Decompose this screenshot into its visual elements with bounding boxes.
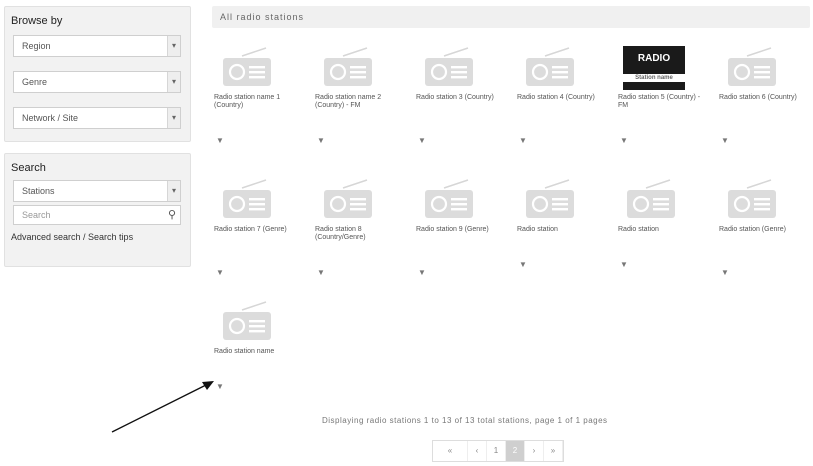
station-name[interactable]: Radio station 6 (Country) bbox=[719, 94, 809, 102]
region-select-value: Region bbox=[22, 41, 51, 51]
expand-chevron-icon[interactable]: ▼ bbox=[721, 136, 729, 145]
station-card[interactable]: Radio station 6 (Country) ▼ bbox=[717, 46, 813, 156]
station-card[interactable]: Radio station 3 (Country) ▼ bbox=[414, 46, 510, 156]
station-card[interactable]: Radio station 7 (Genre) ▼ bbox=[212, 178, 308, 288]
station-name[interactable]: Radio station 8 (Country/Genre) bbox=[315, 226, 405, 242]
arrow-annotation bbox=[111, 381, 214, 433]
station-name[interactable]: Radio station 5 (Country) - FM bbox=[618, 94, 708, 110]
chevron-down-icon: ▾ bbox=[167, 181, 180, 201]
radio-icon[interactable] bbox=[323, 178, 375, 220]
station-name[interactable]: Radio station 4 (Country) bbox=[517, 94, 607, 102]
genre-select[interactable]: Genre ▾ bbox=[13, 71, 181, 93]
expand-chevron-icon[interactable]: ▼ bbox=[721, 268, 729, 277]
network-select-value: Network / Site bbox=[22, 113, 79, 123]
expand-chevron-icon[interactable]: ▼ bbox=[216, 268, 224, 277]
radio-icon[interactable] bbox=[727, 46, 779, 88]
station-name[interactable]: Radio station name bbox=[214, 348, 304, 356]
station-logo[interactable]: RADIO Station name bbox=[623, 46, 685, 90]
search-input[interactable]: Search ⚲ bbox=[13, 205, 181, 225]
radio-icon[interactable] bbox=[525, 178, 577, 220]
radio-icon[interactable] bbox=[323, 46, 375, 88]
expand-chevron-icon[interactable]: ▼ bbox=[620, 260, 628, 269]
pagination-button[interactable]: 1 bbox=[487, 441, 506, 461]
radio-icon[interactable] bbox=[424, 178, 476, 220]
search-type-select[interactable]: Stations ▾ bbox=[13, 180, 181, 202]
search-type-value: Stations bbox=[22, 186, 55, 196]
station-card[interactable]: Radio station ▼ bbox=[616, 178, 712, 288]
genre-select-value: Genre bbox=[22, 77, 48, 87]
advanced-search-link[interactable]: Advanced search / Search tips bbox=[11, 232, 133, 242]
radio-icon[interactable] bbox=[222, 300, 274, 342]
station-logo-text: RADIO bbox=[637, 53, 671, 64]
station-name[interactable]: Radio station bbox=[618, 226, 708, 234]
expand-chevron-icon[interactable]: ▼ bbox=[216, 136, 224, 145]
expand-chevron-icon[interactable]: ▼ bbox=[620, 136, 628, 145]
radio-icon[interactable] bbox=[525, 46, 577, 88]
station-name[interactable]: Radio station (Genre) bbox=[719, 226, 809, 234]
expand-chevron-icon[interactable]: ▼ bbox=[317, 136, 325, 145]
station-name[interactable]: Radio station 3 (Country) bbox=[416, 94, 506, 102]
pagination-button[interactable]: » bbox=[544, 441, 563, 461]
radio-icon[interactable] bbox=[727, 178, 779, 220]
chevron-down-icon: ▾ bbox=[167, 108, 180, 128]
search-icon[interactable]: ⚲ bbox=[168, 206, 176, 224]
pagination-button[interactable]: « bbox=[433, 441, 468, 461]
browse-panel: Browse by Region ▾ Genre ▾ Network / Sit… bbox=[4, 6, 191, 142]
browse-title: Browse by bbox=[11, 15, 63, 27]
station-card[interactable]: Radio station name 2 (Country) - FM ▼ bbox=[313, 46, 409, 156]
station-card[interactable]: Radio station (Genre) ▼ bbox=[717, 178, 813, 288]
radio-icon[interactable] bbox=[424, 46, 476, 88]
expand-chevron-icon[interactable]: ▼ bbox=[418, 268, 426, 277]
chevron-down-icon: ▾ bbox=[167, 36, 180, 56]
pagination-button[interactable]: ‹ bbox=[468, 441, 487, 461]
radio-icon[interactable] bbox=[222, 46, 274, 88]
station-card[interactable]: Radio station name 1 (Country) ▼ bbox=[212, 46, 308, 156]
page-title: All radio stations bbox=[212, 6, 810, 28]
pagination-button[interactable]: 2 bbox=[506, 441, 525, 461]
station-name[interactable]: Radio station bbox=[517, 226, 607, 234]
pagination-button[interactable]: › bbox=[525, 441, 544, 461]
expand-chevron-icon[interactable]: ▼ bbox=[519, 260, 527, 269]
expand-chevron-icon[interactable]: ▼ bbox=[418, 136, 426, 145]
station-card[interactable]: Radio station 8 (Country/Genre) ▼ bbox=[313, 178, 409, 288]
station-card[interactable]: Radio station 4 (Country) ▼ bbox=[515, 46, 611, 156]
station-name[interactable]: Radio station name 2 (Country) - FM bbox=[315, 94, 405, 110]
station-name[interactable]: Radio station name 1 (Country) bbox=[214, 94, 304, 110]
radio-icon[interactable] bbox=[626, 178, 678, 220]
station-logo-subtext: Station name bbox=[623, 74, 685, 82]
station-card[interactable]: Radio station ▼ bbox=[515, 178, 611, 288]
search-title: Search bbox=[11, 162, 46, 174]
pagination: «‹ 1 2 ›» bbox=[432, 440, 564, 462]
search-placeholder: Search bbox=[22, 210, 51, 220]
station-name[interactable]: Radio station 7 (Genre) bbox=[214, 226, 304, 234]
region-select[interactable]: Region ▾ bbox=[13, 35, 181, 57]
expand-chevron-icon[interactable]: ▼ bbox=[519, 136, 527, 145]
radio-icon[interactable] bbox=[222, 178, 274, 220]
station-card[interactable]: RADIO Station name Radio station 5 (Countr… bbox=[616, 46, 712, 156]
chevron-down-icon: ▾ bbox=[167, 72, 180, 92]
station-name[interactable]: Radio station 9 (Genre) bbox=[416, 226, 506, 234]
search-panel: Search Stations ▾ Search ⚲ Advanced sear… bbox=[4, 153, 191, 267]
station-card[interactable]: Radio station name ▼ bbox=[212, 300, 308, 410]
expand-chevron-icon[interactable]: ▼ bbox=[317, 268, 325, 277]
station-card[interactable]: Radio station 9 (Genre) ▼ bbox=[414, 178, 510, 288]
network-select[interactable]: Network / Site ▾ bbox=[13, 107, 181, 129]
pagination-summary: Displaying radio stations 1 to 13 of 13 … bbox=[322, 416, 608, 425]
